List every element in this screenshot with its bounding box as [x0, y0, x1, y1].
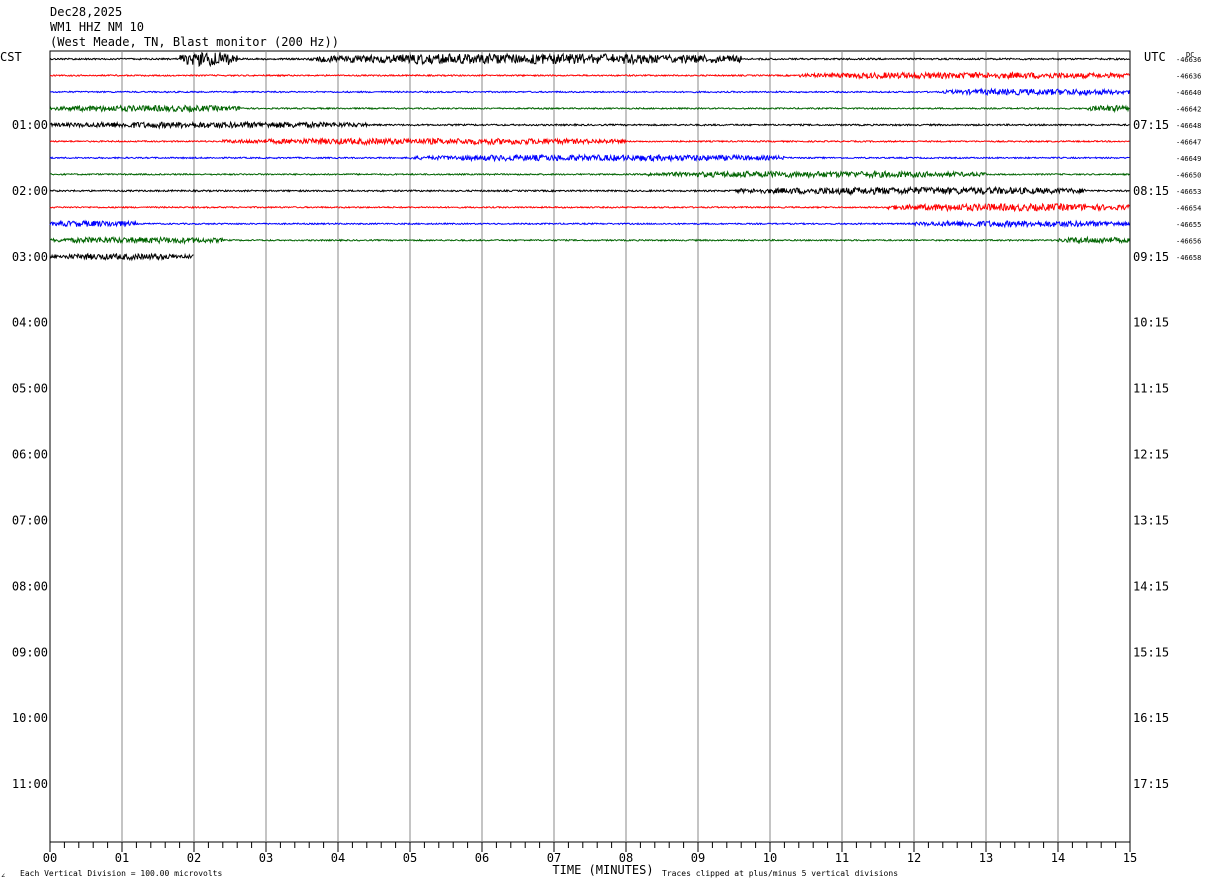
right-hour-label: 08:15 [1133, 184, 1169, 198]
right-hour-label: 09:15 [1133, 250, 1169, 264]
x-tick-label: 05 [403, 851, 417, 865]
x-tick-label: 03 [259, 851, 273, 865]
right-hour-label: 13:15 [1133, 513, 1169, 527]
x-tick-label: 01 [115, 851, 129, 865]
x-tick-label: 09 [691, 851, 705, 865]
right-hour-label: 17:15 [1133, 777, 1169, 791]
left-hour-label: 05:00 [12, 382, 48, 396]
header-location: (West Meade, TN, Blast monitor (200 Hz)) [50, 35, 339, 49]
right-hour-label: 11:15 [1133, 382, 1169, 396]
dc-offset-label: -46649 [1176, 155, 1201, 163]
x-tick-label: 00 [43, 851, 57, 865]
clip-note: Traces clipped at plus/minus 5 vertical … [662, 869, 898, 878]
x-tick-label: 12 [907, 851, 921, 865]
dc-offset-label: -46658 [1176, 254, 1201, 262]
right-hour-label: 07:15 [1133, 118, 1169, 132]
left-hour-label: 09:00 [12, 645, 48, 659]
left-hour-label: 11:00 [12, 777, 48, 791]
right-timezone-label: UTC [1144, 50, 1166, 64]
left-hour-label: 02:00 [12, 184, 48, 198]
seismogram: Dec28,2025 WM1 HHZ NM 10 (West Meade, TN… [0, 0, 1210, 886]
dc-offset-label: -46653 [1176, 188, 1201, 196]
dc-offset-label: -46640 [1176, 89, 1201, 97]
dc-offset-label: -46636 [1176, 56, 1201, 64]
right-hour-label: 16:15 [1133, 711, 1169, 725]
x-tick-label: 11 [835, 851, 849, 865]
x-tick-label: 14 [1051, 851, 1065, 865]
left-hour-label: 01:00 [12, 118, 48, 132]
x-axis-title: TIME (MINUTES) [552, 863, 653, 877]
header-date: Dec28,2025 [50, 5, 122, 19]
header-station: WM1 HHZ NM 10 [50, 20, 144, 34]
x-tick-label: 04 [331, 851, 345, 865]
right-hour-label: 10:15 [1133, 316, 1169, 330]
right-hour-label: 15:15 [1133, 645, 1169, 659]
dc-offset-label: -46650 [1176, 171, 1201, 179]
left-hour-label: 08:00 [12, 579, 48, 593]
left-hour-label: 10:00 [12, 711, 48, 725]
x-tick-label: 02 [187, 851, 201, 865]
left-hour-label: 07:00 [12, 513, 48, 527]
x-tick-label: 06 [475, 851, 489, 865]
left-hour-label: 04:00 [12, 316, 48, 330]
dc-offset-label: -46636 [1176, 72, 1201, 80]
x-tick-label: 15 [1123, 851, 1137, 865]
dc-offset-label: -46648 [1176, 122, 1201, 130]
corner-mark-icon: ∠ [1, 872, 5, 880]
x-tick-label: 13 [979, 851, 993, 865]
right-hour-label: 14:15 [1133, 579, 1169, 593]
left-hour-label: 03:00 [12, 250, 48, 264]
left-hour-label: 06:00 [12, 448, 48, 462]
scale-note: Each Vertical Division = 100.00 microvol… [20, 869, 222, 878]
left-timezone-label: CST [0, 50, 22, 64]
dc-offset-label: -46654 [1176, 204, 1201, 212]
dc-offset-label: -46642 [1176, 105, 1201, 113]
background [0, 0, 1210, 886]
x-tick-label: 10 [763, 851, 777, 865]
dc-offset-label: -46656 [1176, 237, 1201, 245]
dc-offset-label: -46647 [1176, 138, 1201, 146]
right-hour-label: 12:15 [1133, 448, 1169, 462]
dc-offset-label: -46655 [1176, 221, 1201, 229]
